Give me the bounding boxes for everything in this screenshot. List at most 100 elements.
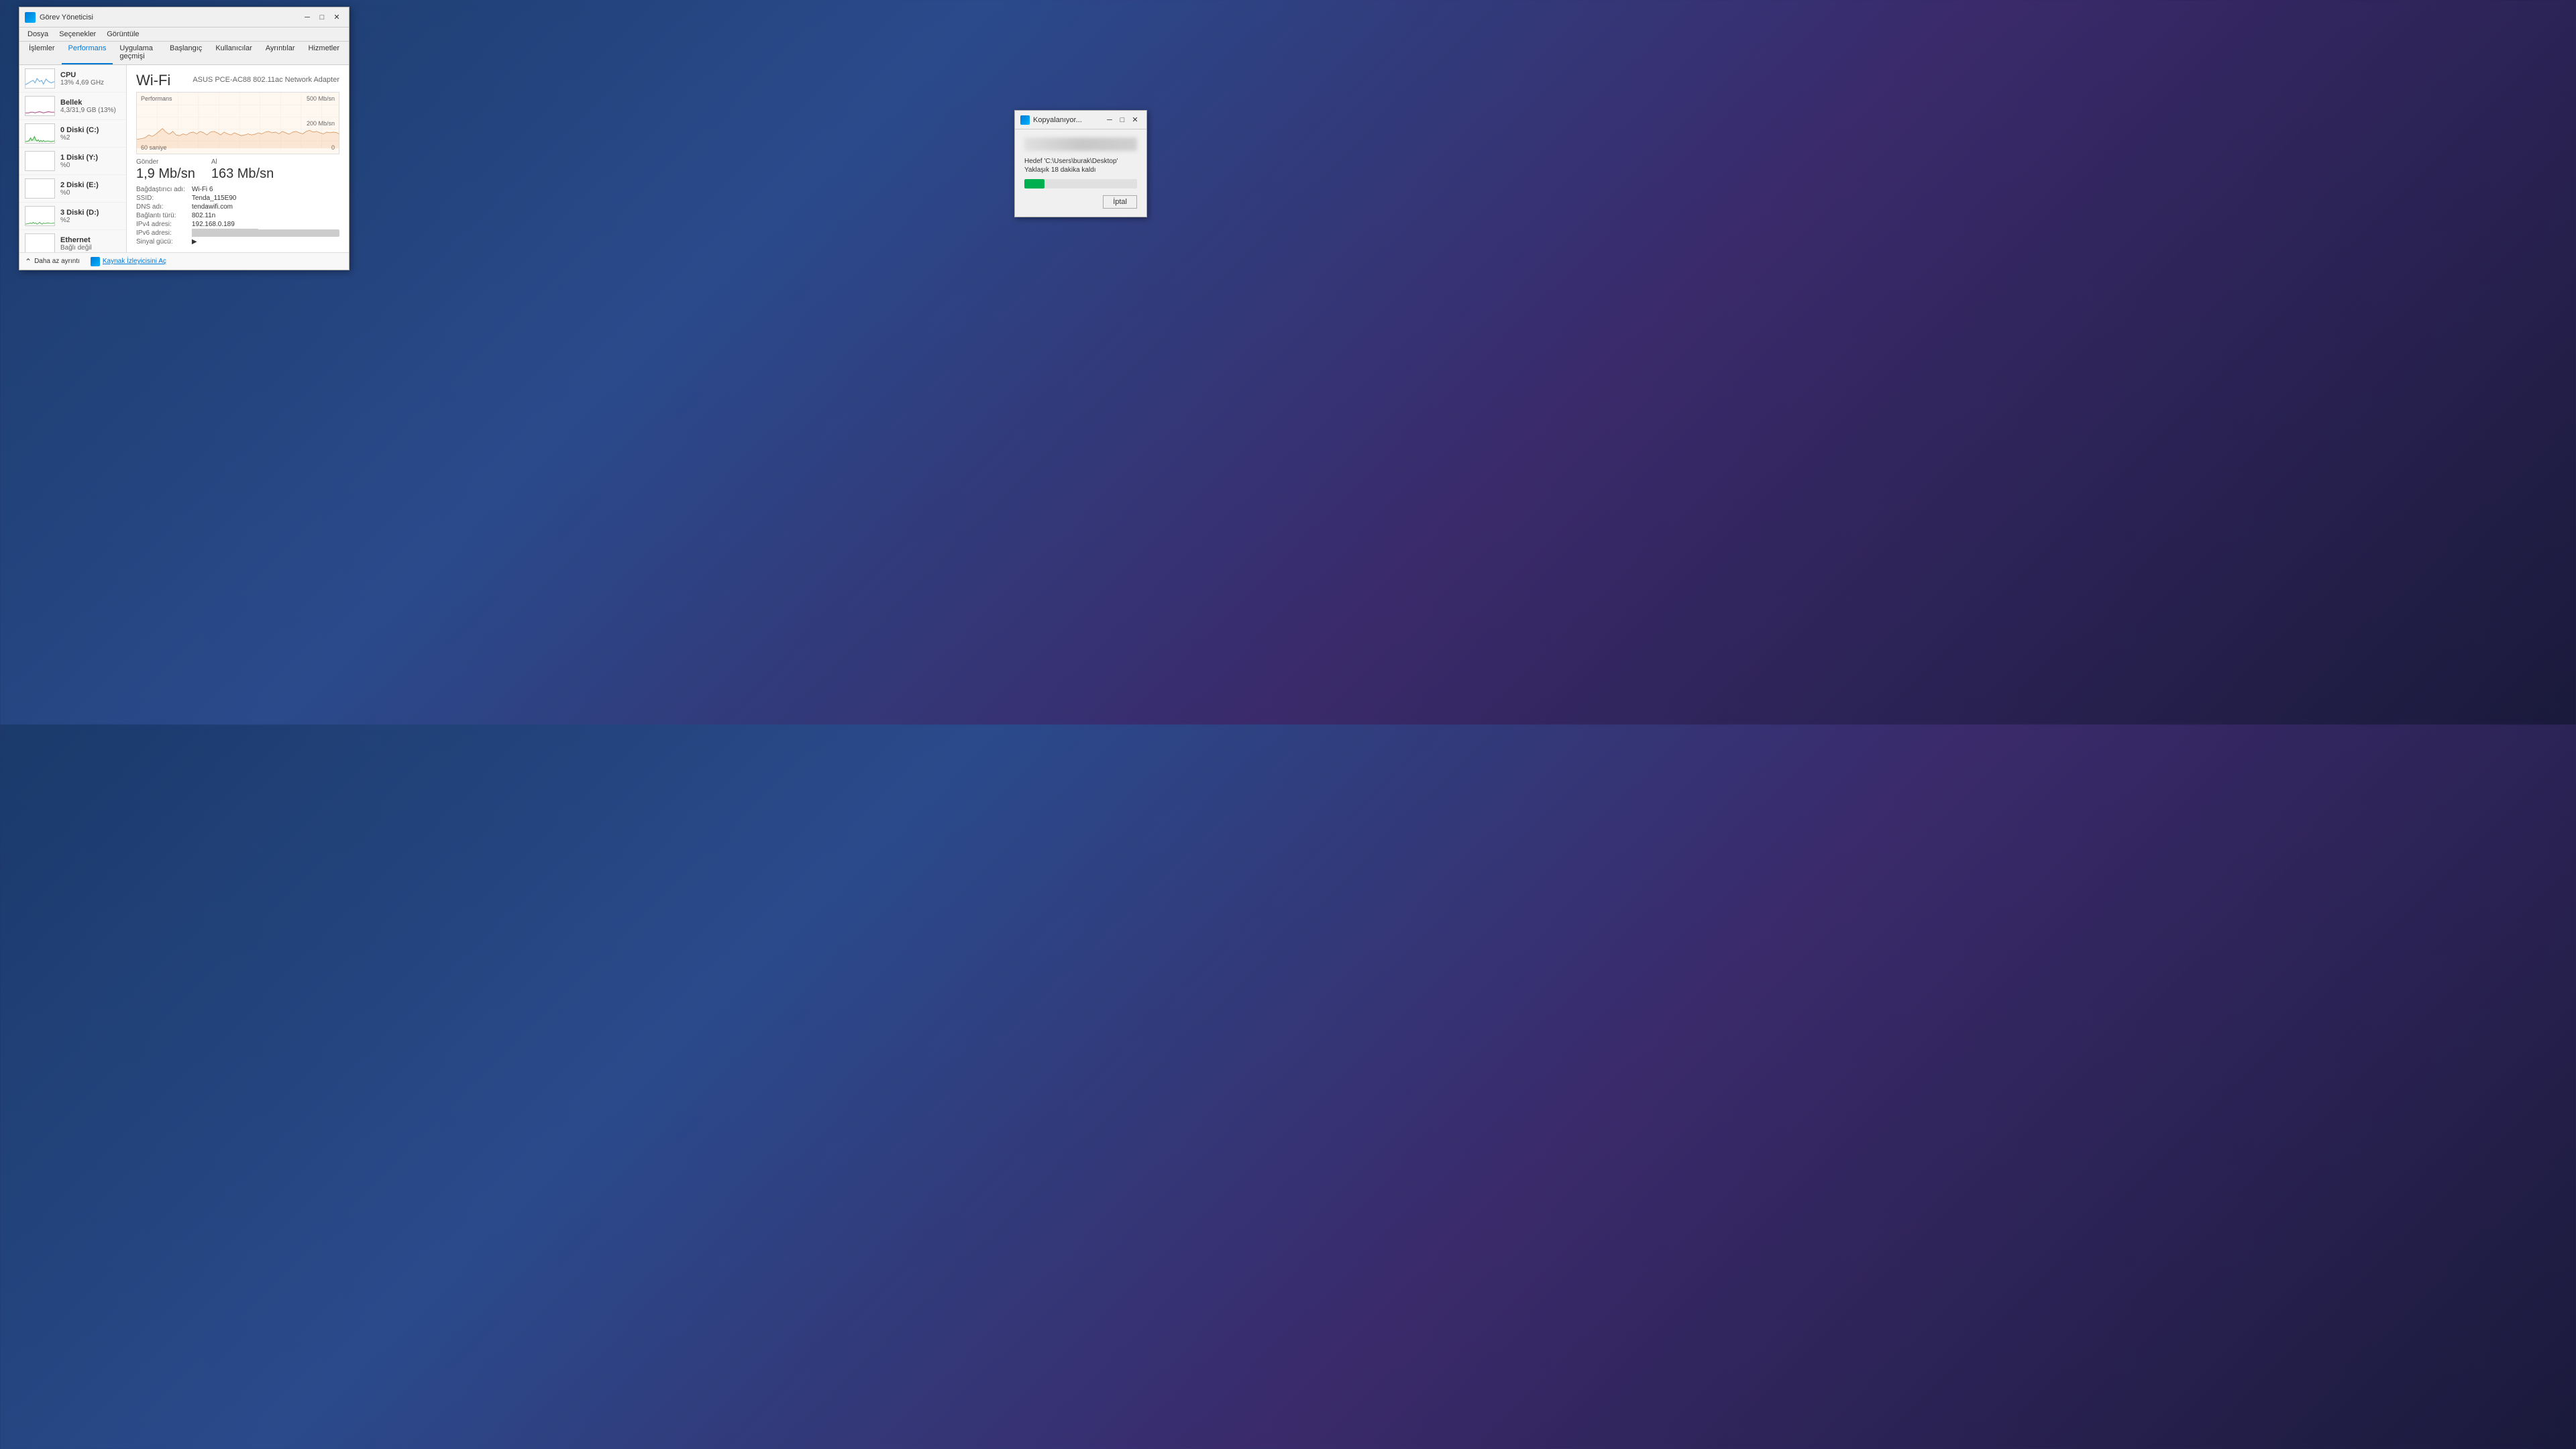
chart-svg bbox=[137, 93, 339, 154]
send-stat: Gönder 1,9 Mb/sn bbox=[136, 158, 195, 182]
sidebar-item-disk2[interactable]: 2 Diski (E:) %0 bbox=[19, 175, 126, 203]
task-manager-window: Görev Yöneticisi ─ □ ✕ Dosya Seçenekler … bbox=[19, 7, 350, 270]
progress-bar-container bbox=[1024, 179, 1137, 189]
menu-goruntule[interactable]: Görüntüle bbox=[101, 29, 144, 40]
cpu-info: CPU 13% 4,69 GHz bbox=[60, 71, 121, 87]
tab-uygulama[interactable]: Uygulama geçmişi bbox=[113, 42, 163, 64]
tab-bar: İşlemler Performans Uygulama geçmişi Baş… bbox=[19, 42, 349, 65]
dialog-minimize-button[interactable]: ─ bbox=[1104, 115, 1116, 125]
disk3-info: 3 Diski (D:) %2 bbox=[60, 209, 121, 224]
performance-chart: Performans 500 Mb/sn 200 Mb/sn 60 saniye… bbox=[136, 92, 339, 154]
dialog-blurred-progress bbox=[1024, 138, 1137, 151]
disk3-label: 3 Diski (D:) bbox=[60, 209, 121, 217]
app-icon bbox=[25, 12, 36, 23]
disk2-info: 2 Diski (E:) %0 bbox=[60, 181, 121, 197]
copy-dialog: Kopyalanıyor... ─ □ ✕ Hedef 'C:\Users\bu… bbox=[1014, 110, 1147, 217]
tab-kullanicilar[interactable]: Kullanıcılar bbox=[209, 42, 258, 64]
sidebar-item-cpu[interactable]: CPU 13% 4,69 GHz bbox=[19, 65, 126, 93]
bottom-bar: ⌃ Daha az ayrıntı Kaynak İzleyicisini Aç bbox=[19, 252, 349, 270]
panel-title: Wi-Fi bbox=[136, 72, 170, 89]
info-key-2: DNS adı: bbox=[136, 203, 185, 211]
disk2-thumbnail bbox=[25, 178, 55, 199]
sidebar-item-disk3[interactable]: 3 Diski (D:) %2 bbox=[19, 203, 126, 230]
info-val-1: Tenda_115E90 bbox=[192, 195, 339, 202]
expand-button[interactable]: ⌃ Daha az ayrıntı bbox=[25, 257, 80, 266]
mem-label: Bellek bbox=[60, 99, 121, 107]
info-val-2: tendawifi.com bbox=[192, 203, 339, 211]
resource-monitor-icon bbox=[91, 257, 100, 266]
disk2-sub: %0 bbox=[60, 189, 121, 197]
cpu-sub: 13% 4,69 GHz bbox=[60, 79, 121, 87]
disk1-sub: %0 bbox=[60, 162, 121, 169]
tab-baslangic[interactable]: Başlangıç bbox=[163, 42, 209, 64]
close-button[interactable]: ✕ bbox=[330, 11, 343, 23]
menu-bar: Dosya Seçenekler Görüntüle bbox=[19, 28, 349, 42]
dialog-time-remaining: Yaklaşık 18 dakika kaldı bbox=[1024, 166, 1137, 174]
dialog-destination: Hedef 'C:\Users\burak\Desktop' bbox=[1024, 158, 1137, 165]
menu-secenekler[interactable]: Seçenekler bbox=[54, 29, 101, 40]
expand-label[interactable]: Daha az ayrıntı bbox=[34, 258, 80, 265]
dialog-app-icon bbox=[1020, 115, 1030, 125]
disk0-label: 0 Diski (C:) bbox=[60, 126, 121, 134]
dialog-close-button[interactable]: ✕ bbox=[1129, 115, 1141, 125]
disk0-sub: %2 bbox=[60, 134, 121, 142]
window-controls: ─ □ ✕ bbox=[301, 11, 343, 23]
info-grid: Bağdaştırıcı adı: Wi-Fi 6 SSID: Tenda_11… bbox=[136, 186, 339, 246]
minimize-button[interactable]: ─ bbox=[301, 11, 314, 23]
disk3-sub: %2 bbox=[60, 217, 121, 224]
progress-bar-fill bbox=[1024, 179, 1044, 189]
recv-stat: Al 163 Mb/sn bbox=[211, 158, 274, 182]
dialog-title-bar: Kopyalanıyor... ─ □ ✕ bbox=[1015, 111, 1146, 129]
info-key-4: IPv4 adresi: bbox=[136, 221, 185, 228]
resource-monitor-link[interactable]: Kaynak İzleyicisini Aç bbox=[103, 258, 166, 265]
ethernet-info: Ethernet Bağlı değil bbox=[60, 236, 121, 252]
dialog-maximize-button[interactable]: □ bbox=[1116, 115, 1128, 125]
tab-ayrintilar[interactable]: Ayrıntılar bbox=[259, 42, 302, 64]
stats-bar: Gönder 1,9 Mb/sn Al 163 Mb/sn bbox=[136, 158, 339, 182]
dialog-window-controls: ─ □ ✕ bbox=[1104, 115, 1141, 125]
tab-islemler[interactable]: İşlemler bbox=[22, 42, 62, 64]
mem-thumbnail bbox=[25, 96, 55, 116]
panel-device: ASUS PCE-AC88 802.11ac Network Adapter bbox=[193, 76, 339, 84]
info-key-1: SSID: bbox=[136, 195, 185, 202]
ethernet-sub: Bağlı değil bbox=[60, 244, 121, 252]
info-val-5: ██████████████ bbox=[192, 229, 339, 237]
title-bar: Görev Yöneticisi ─ □ ✕ bbox=[19, 7, 349, 28]
info-val-0: Wi-Fi 6 bbox=[192, 186, 339, 193]
mem-sub: 4,3/31,9 GB (13%) bbox=[60, 107, 121, 114]
dialog-content: Hedef 'C:\Users\burak\Desktop' Yaklaşık … bbox=[1015, 129, 1146, 217]
send-label: Gönder bbox=[136, 158, 195, 166]
disk0-thumbnail bbox=[25, 123, 55, 144]
sidebar: CPU 13% 4,69 GHz Bellek 4,3/31,9 GB (13%… bbox=[19, 65, 127, 252]
disk1-thumbnail bbox=[25, 151, 55, 171]
dialog-title: Kopyalanıyor... bbox=[1033, 116, 1104, 124]
info-key-3: Bağlantı türü: bbox=[136, 212, 185, 219]
disk1-label: 1 Diski (Y:) bbox=[60, 154, 121, 162]
maximize-button[interactable]: □ bbox=[315, 11, 329, 23]
dialog-buttons: İptal bbox=[1024, 195, 1137, 209]
cpu-thumbnail bbox=[25, 68, 55, 89]
cpu-label: CPU bbox=[60, 71, 121, 79]
recv-value: 163 Mb/sn bbox=[211, 166, 274, 182]
cancel-button[interactable]: İptal bbox=[1103, 195, 1137, 209]
recv-label: Al bbox=[211, 158, 274, 166]
ethernet-label: Ethernet bbox=[60, 236, 121, 244]
panel-header: Wi-Fi ASUS PCE-AC88 802.11ac Network Ada… bbox=[136, 72, 339, 89]
sidebar-item-disk1[interactable]: 1 Diski (Y:) %0 bbox=[19, 148, 126, 175]
tab-hizmetler[interactable]: Hizmetler bbox=[302, 42, 346, 64]
send-value: 1,9 Mb/sn bbox=[136, 166, 195, 182]
sidebar-item-disk0[interactable]: 0 Diski (C:) %2 bbox=[19, 120, 126, 148]
info-val-4: 192.168.0.189 bbox=[192, 221, 339, 228]
sidebar-item-ethernet[interactable]: Ethernet Bağlı değil bbox=[19, 230, 126, 252]
main-panel: Wi-Fi ASUS PCE-AC88 802.11ac Network Ada… bbox=[127, 65, 349, 252]
info-key-0: Bağdaştırıcı adı: bbox=[136, 186, 185, 193]
ethernet-thumbnail bbox=[25, 233, 55, 252]
info-key-5: IPv6 adresi: bbox=[136, 229, 185, 237]
sidebar-item-bellek[interactable]: Bellek 4,3/31,9 GB (13%) bbox=[19, 93, 126, 120]
info-val-3: 802.11n bbox=[192, 212, 339, 219]
tab-performans[interactable]: Performans bbox=[62, 42, 113, 64]
expand-icon: ⌃ bbox=[25, 257, 32, 266]
disk3-thumbnail bbox=[25, 206, 55, 226]
disk2-label: 2 Diski (E:) bbox=[60, 181, 121, 189]
menu-dosya[interactable]: Dosya bbox=[22, 29, 54, 40]
